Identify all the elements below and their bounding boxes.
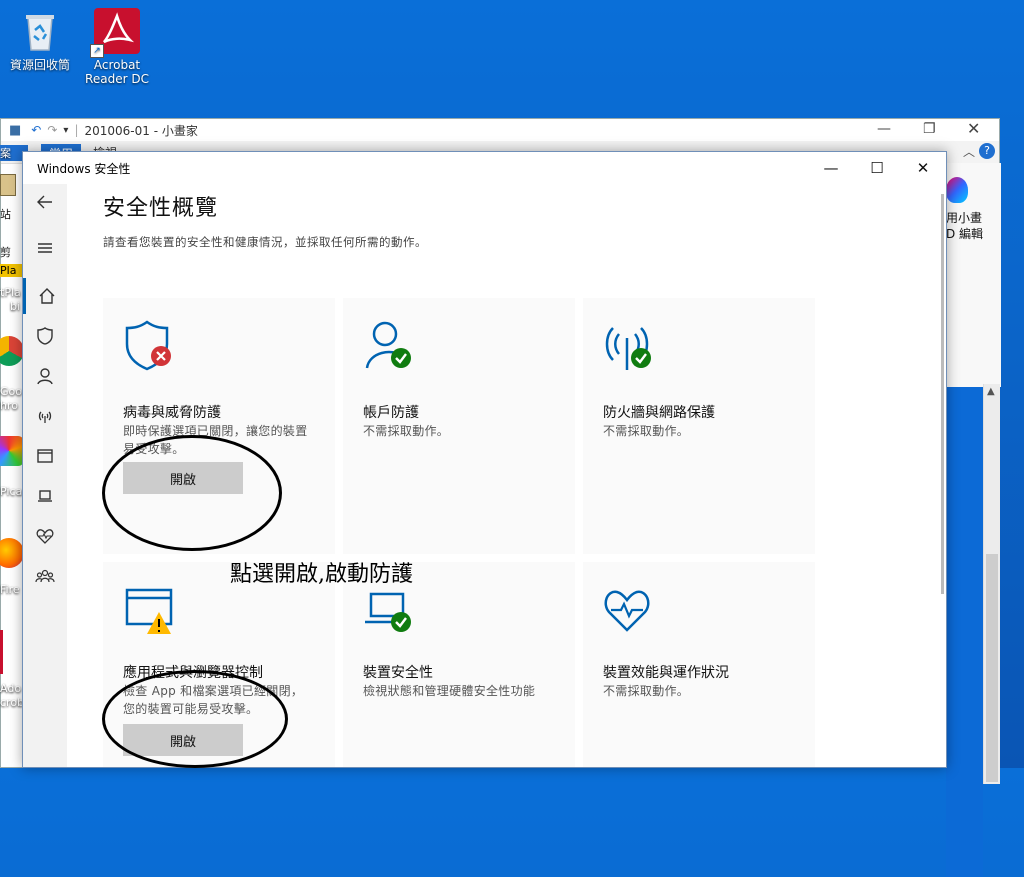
card-device-security[interactable]: 裝置安全性 檢視狀態和管理硬體安全性功能: [343, 562, 575, 767]
card-title: 防火牆與網路保護: [603, 405, 715, 421]
laptop-icon: [38, 490, 52, 502]
back-button[interactable]: [23, 184, 67, 220]
scroll-up-icon[interactable]: ▲: [987, 386, 995, 397]
person-ok-icon: [365, 321, 411, 369]
paint-maximize-button[interactable]: ❐: [923, 121, 936, 137]
card-account-protection[interactable]: 帳戶防護 不需採取動作。: [343, 298, 575, 554]
back-arrow-icon: [37, 195, 52, 209]
heart-pulse-icon: [604, 590, 650, 632]
laptop-ok-icon: [365, 592, 411, 632]
card-description: 不需採取動作。: [363, 424, 450, 438]
acrobat-icon: ↗: [90, 8, 140, 58]
close-button[interactable]: ✕: [900, 152, 946, 184]
paint-close-button[interactable]: ✕: [967, 119, 980, 138]
page-subtitle: 請查看您裝置的安全性和健康情況，並採取任何所需的動作。: [103, 235, 427, 249]
picasa-icon: [0, 436, 24, 466]
recycle-bin-desktop-icon[interactable]: 資源回收筒: [0, 8, 80, 72]
content-scrollbar[interactable]: [940, 184, 946, 594]
minimize-button[interactable]: —: [808, 152, 854, 184]
paint-canvas-area: [946, 387, 983, 877]
card-title: 裝置效能與運作狀況: [603, 665, 729, 681]
maximize-button[interactable]: ☐: [854, 152, 900, 184]
nav-virus-protection[interactable]: [23, 318, 67, 354]
card-title: 帳戶防護: [363, 405, 419, 421]
paint-title: 201006-01 - 小畫家: [84, 123, 198, 138]
security-nav-sidebar: [23, 184, 67, 767]
scroll-thumb[interactable]: [986, 554, 998, 782]
nav-device-security[interactable]: [23, 478, 67, 514]
nav-menu-button[interactable]: [23, 230, 67, 266]
nav-family-options[interactable]: [23, 558, 67, 594]
redo-icon[interactable]: ↷: [47, 123, 57, 137]
wireless-icon: [38, 411, 52, 423]
nav-firewall[interactable]: [23, 398, 67, 434]
heart-pulse-icon: [36, 529, 54, 544]
recycle-bin-icon: [17, 8, 63, 54]
acrobat-desktop-icon[interactable]: ↗ Acrobat Reader DC: [77, 8, 157, 86]
annotation-ellipse-top: [102, 435, 282, 551]
card-firewall-network[interactable]: 防火牆與網路保護 不需採取動作。: [583, 298, 815, 554]
undo-icon[interactable]: ↶: [31, 123, 41, 137]
page-title: 安全性概覽: [103, 196, 219, 221]
ribbon-collapse-icon[interactable]: ︿: [963, 143, 975, 160]
card-device-performance[interactable]: 裝置效能與運作狀況 不需採取動作。: [583, 562, 815, 767]
nav-app-browser-control[interactable]: [23, 438, 67, 474]
card-description: 不需採取動作。: [603, 424, 690, 438]
hamburger-icon: [38, 243, 52, 253]
firefox-icon: [0, 538, 24, 568]
paint3d-icon[interactable]: [946, 177, 968, 203]
security-window-title: Windows 安全性: [37, 161, 131, 176]
wireless-ok-icon: [605, 327, 651, 370]
paint-ribbon-right: 用小畫 D 編輯: [946, 163, 1001, 387]
nav-home[interactable]: [23, 278, 67, 314]
browser-window-icon: [37, 449, 53, 463]
chevron-down-icon[interactable]: ▾: [63, 125, 68, 136]
card-title: 裝置安全性: [363, 665, 433, 681]
annotation-ellipse-bottom: [102, 670, 288, 768]
chrome-icon: [0, 336, 24, 366]
security-titlebar: Windows 安全性 — ☐ ✕: [23, 152, 946, 184]
shield-error-icon: [125, 320, 171, 371]
paint-titlebar: ■ ↶ ↷ ▾ | 201006-01 - 小畫家: [1, 119, 999, 141]
nav-account-protection[interactable]: [23, 358, 67, 394]
card-description: 檢視狀態和管理硬體安全性功能: [363, 684, 536, 698]
clipboard-icon: [0, 174, 16, 196]
scroll-thumb[interactable]: [941, 194, 944, 594]
paint-minimize-button[interactable]: —: [877, 121, 891, 137]
help-icon[interactable]: ?: [979, 143, 995, 159]
save-icon[interactable]: ■: [9, 123, 21, 138]
card-title: 病毒與威脅防護: [123, 405, 221, 421]
browser-warning-icon: [125, 588, 173, 634]
acrobat-label: Acrobat Reader DC: [85, 58, 149, 86]
family-icon: [35, 569, 55, 583]
paint-vertical-scrollbar[interactable]: ▲: [983, 384, 1000, 784]
paint3d-label1: 用小畫: [946, 211, 983, 225]
recycle-bin-label: 資源回收筒: [9, 58, 70, 72]
nav-device-performance[interactable]: [23, 518, 67, 554]
home-icon: [39, 288, 54, 304]
card-description: 不需採取動作。: [603, 684, 690, 698]
annotation-text: 點選開啟,啟動防護: [230, 562, 413, 587]
separator: |: [74, 123, 79, 137]
person-icon: [37, 368, 53, 385]
paint3d-label2: D 編輯: [946, 227, 984, 241]
shield-icon: [37, 327, 53, 345]
